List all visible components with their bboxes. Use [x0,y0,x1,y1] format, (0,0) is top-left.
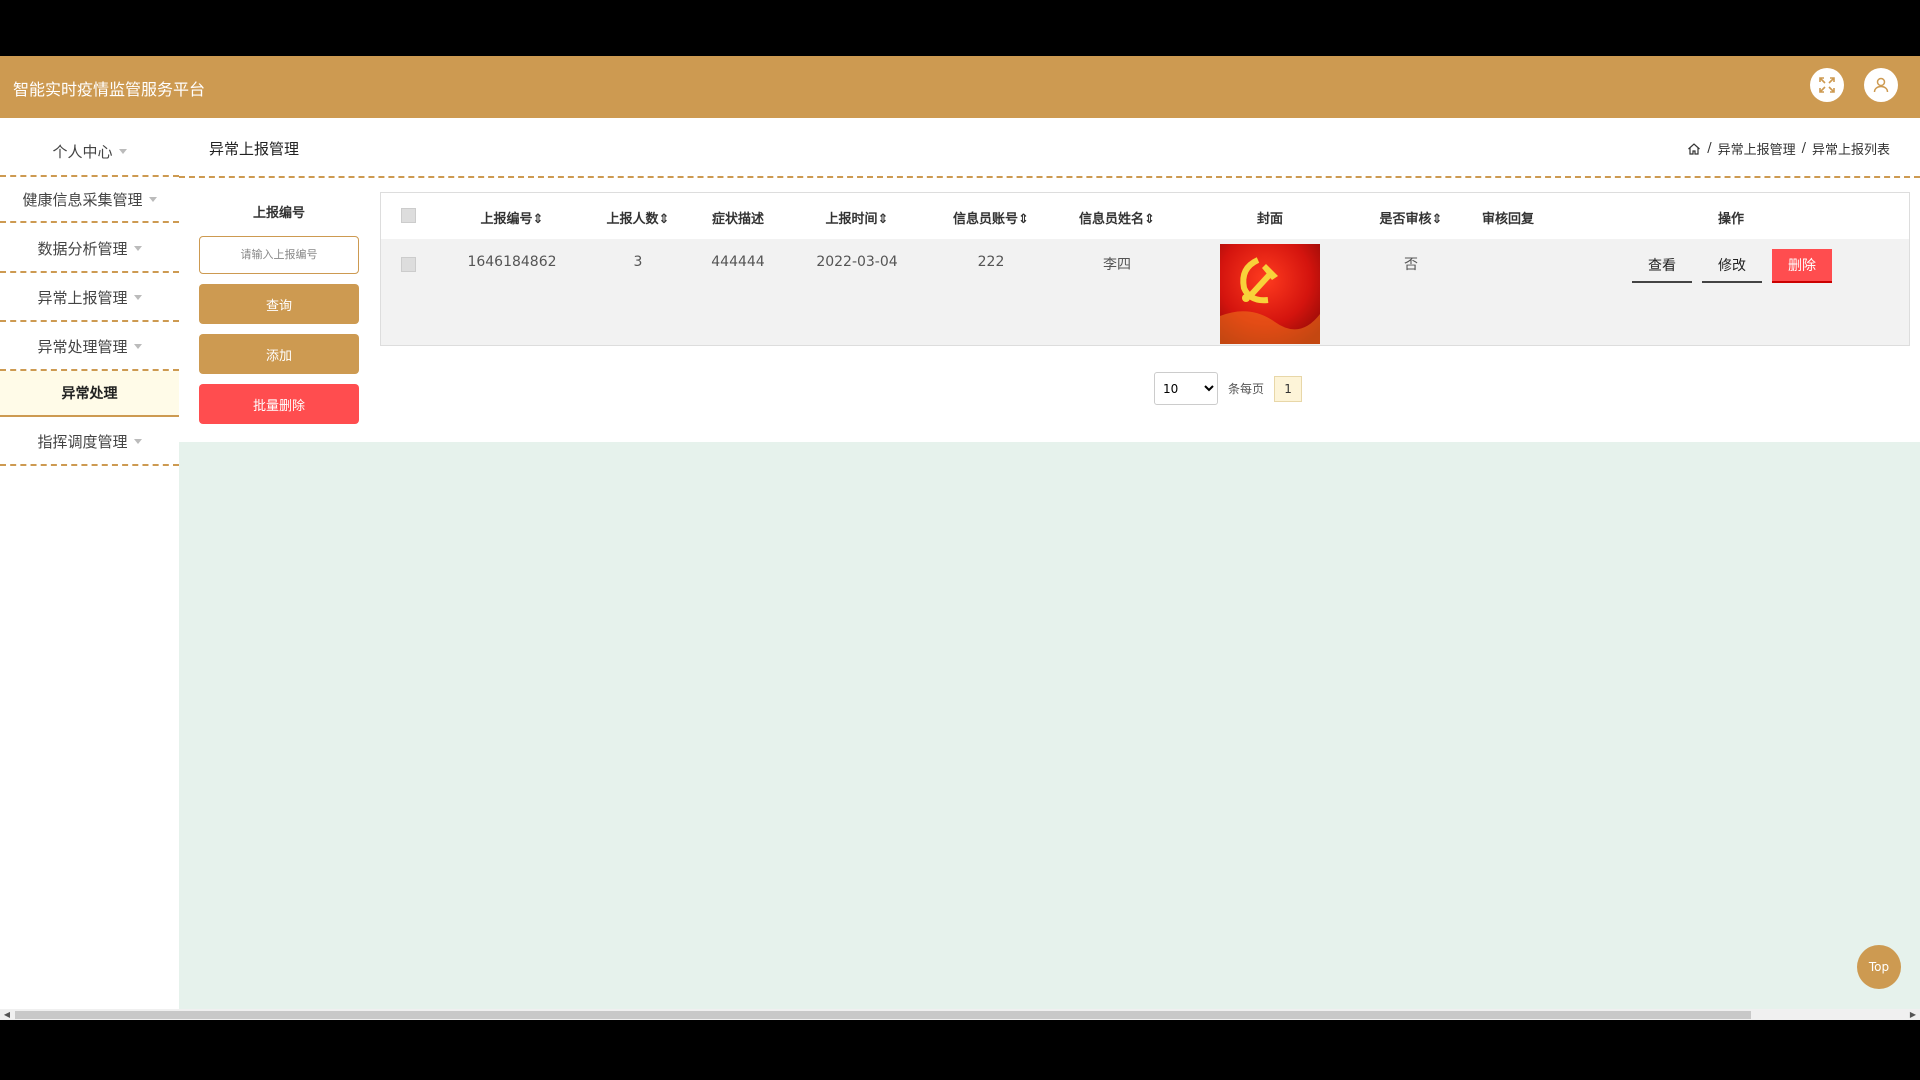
sort-icon: ⇕ [1144,212,1155,227]
search-panel: 上报编号 查询 添加 批量删除 [199,196,359,424]
sidebar-item-personal-center[interactable]: 个人中心 [0,127,179,175]
table-header: 上报编号⇕ 上报人数⇕ 症状描述 上报时间⇕ 信息员账号⇕ 信息员姓名⇕ 封面 … [381,193,1909,240]
sidebar-item-label: 指挥调度管理 [37,432,128,451]
home-icon[interactable] [1687,142,1701,156]
cell-report-no: 1646184862 [467,254,557,270]
scroll-right-icon[interactable]: ▶ [1908,1009,1918,1020]
red-flag-image [1220,244,1320,344]
column-header-reviewed[interactable]: 是否审核⇕ [1380,208,1443,227]
pagination: 10 条每页 1 [1154,372,1303,405]
sidebar-item-label: 健康信息采集管理 [22,190,143,209]
sidebar-subitem-label: 异常处理 [61,386,118,402]
page-title: 异常上报管理 [209,140,300,158]
page-size-select[interactable]: 10 [1154,372,1218,405]
column-header-symptom: 症状描述 [711,212,765,227]
cell-account: 222 [977,254,1005,270]
chevron-down-icon [133,438,142,444]
sidebar-item-command-dispatch[interactable]: 指挥调度管理 [0,418,179,466]
sort-icon: ⇕ [658,212,670,227]
user-icon [1873,77,1889,93]
user-avatar-button[interactable] [1864,68,1898,102]
fullscreen-button[interactable] [1810,68,1844,102]
cell-reviewed: 否 [1404,257,1418,273]
sidebar-item-label: 异常上报管理 [37,288,128,307]
sidebar-item-health-info[interactable]: 健康信息采集管理 [0,175,179,223]
query-button[interactable]: 查询 [199,284,359,324]
back-to-top-button[interactable]: Top [1857,945,1901,989]
top-header: 智能实时疫情监管服务平台 [0,56,1920,118]
chevron-down-icon [133,343,142,349]
table-row: 1646184862 3 444444 2022-03-04 222 李四 否 … [381,239,1909,345]
page-header: 异常上报管理 / 异常上报管理 / 异常上报列表 [179,118,1920,178]
chevron-down-icon [133,294,142,300]
breadcrumb-separator: / [1801,141,1806,156]
cell-time: 2022-03-04 [816,254,898,270]
breadcrumb-item: 异常上报列表 [1811,143,1890,158]
scroll-left-icon[interactable]: ◀ [2,1009,12,1020]
app-title: 智能实时疫情监管服务平台 [13,80,206,99]
search-label: 上报编号 [252,206,305,221]
column-header-account[interactable]: 信息员账号⇕ [953,208,1029,227]
breadcrumb-item[interactable]: 异常上报管理 [1718,139,1796,158]
cell-name: 李四 [1103,257,1131,273]
sidebar-item-data-analysis[interactable]: 数据分析管理 [0,225,179,273]
sidebar-item-label: 数据分析管理 [37,239,128,258]
column-header-cover: 封面 [1256,212,1284,227]
chevron-down-icon [118,148,127,154]
report-no-search-input[interactable] [199,236,359,274]
horizontal-scrollbar[interactable]: ◀ ▶ [0,1009,1920,1020]
sort-icon: ⇕ [532,212,544,227]
per-page-label: 条每页 [1228,382,1265,396]
sidebar-subitem-abnormal-handling[interactable]: 异常处理 [0,371,179,417]
delete-button[interactable]: 删除 [1772,249,1832,283]
cover-image[interactable] [1220,244,1320,344]
sidebar-item-label: 异常处理管理 [37,337,128,356]
select-all-checkbox[interactable] [401,208,416,223]
batch-delete-button[interactable]: 批量删除 [199,384,359,424]
breadcrumb: / 异常上报管理 / 异常上报列表 [1687,139,1890,158]
row-checkbox[interactable] [401,257,416,272]
view-button[interactable]: 查看 [1632,249,1692,283]
column-header-time[interactable]: 上报时间⇕ [826,208,889,227]
column-header-report-no[interactable]: 上报编号⇕ [481,208,544,227]
sort-icon: ⇕ [1018,212,1029,227]
scrollbar-thumb[interactable] [15,1011,1751,1019]
edit-button[interactable]: 修改 [1702,249,1762,283]
column-header-count[interactable]: 上报人数⇕ [607,208,670,227]
column-header-actions: 操作 [1717,212,1745,227]
sidebar: 个人中心 健康信息采集管理 数据分析管理 异常上报管理 异常处理管理 异常处理 … [0,118,179,1020]
chevron-down-icon [148,196,157,202]
sidebar-item-abnormal-report[interactable]: 异常上报管理 [0,274,179,322]
column-header-reply: 审核回复 [1481,212,1535,227]
cell-count: 3 [633,254,643,270]
app-window: 智能实时疫情监管服务平台 个人中心 健康信息采集管理 数据分析管理 异常上报管理… [0,56,1920,1020]
chevron-down-icon [133,245,142,251]
breadcrumb-separator: / [1707,141,1712,156]
sidebar-item-abnormal-handling[interactable]: 异常处理管理 [0,323,179,371]
sort-icon: ⇕ [1431,212,1443,227]
column-header-name[interactable]: 信息员姓名⇕ [1079,208,1155,227]
content-background [179,442,1920,1020]
report-table: 上报编号⇕ 上报人数⇕ 症状描述 上报时间⇕ 信息员账号⇕ 信息员姓名⇕ 封面 … [380,192,1910,346]
sort-icon: ⇕ [877,212,889,227]
sidebar-item-label: 个人中心 [52,142,113,161]
cell-symptom: 444444 [711,254,765,270]
add-button[interactable]: 添加 [199,334,359,374]
page-number-button[interactable]: 1 [1274,375,1303,402]
fullscreen-icon [1819,77,1835,93]
